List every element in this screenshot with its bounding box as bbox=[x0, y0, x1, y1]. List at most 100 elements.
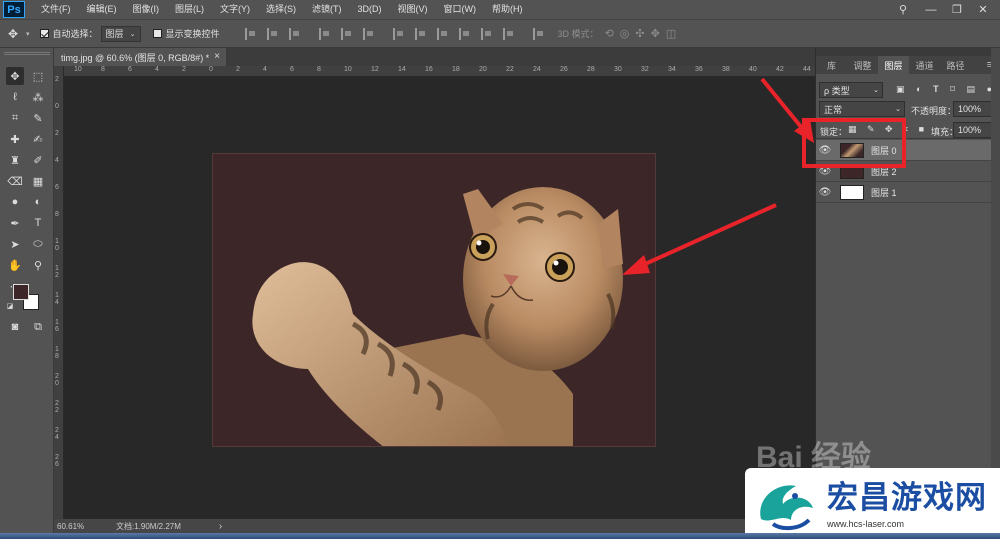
panel-scrollbar[interactable] bbox=[991, 48, 1000, 533]
document-tab[interactable]: timg.jpg @ 60.6% (图层 0, RGB/8#) * × bbox=[54, 48, 226, 66]
fill-field[interactable]: 100% bbox=[953, 122, 993, 138]
zoom-tool-icon[interactable]: ⚲ bbox=[29, 256, 47, 274]
move-tool-icon[interactable]: ✥ bbox=[6, 67, 24, 85]
auto-select-dropdown[interactable]: 图层 ⌄ bbox=[100, 25, 141, 42]
chevron-down-icon[interactable]: ▾ bbox=[26, 30, 30, 38]
menu-help[interactable]: 帮助(H) bbox=[484, 0, 531, 19]
close-window-button[interactable]: ✕ bbox=[970, 0, 996, 19]
brush-tool-icon[interactable]: ✍ bbox=[29, 130, 47, 148]
eye-icon[interactable]: 👁 bbox=[816, 187, 834, 198]
distribute-top-icon[interactable] bbox=[392, 27, 405, 40]
filter-smart-object-icon[interactable]: ▤ bbox=[966, 84, 975, 96]
document-tab-title: timg.jpg @ 60.6% (图层 0, RGB/8#) * bbox=[61, 52, 210, 63]
horizontal-ruler[interactable]: 10 8 6 4 2 0 2 4 6 8 10 12 14 16 18 20 22 24 26 28 30 32 34 36 3… bbox=[64, 66, 815, 77]
chevron-down-icon: ⌄ bbox=[129, 30, 136, 38]
3d-rotate-icon[interactable]: ⟲ bbox=[605, 27, 614, 40]
foreground-color-swatch[interactable] bbox=[13, 284, 29, 300]
menu-file[interactable]: 文件(F) bbox=[33, 0, 79, 19]
filter-shape-icon[interactable]: ⌑ bbox=[950, 84, 955, 96]
align-horizontal-centers-icon[interactable] bbox=[266, 27, 279, 40]
pen-tool-icon[interactable]: ✒ bbox=[6, 214, 24, 232]
shape-tool-icon[interactable]: ⬭ bbox=[29, 235, 47, 253]
tab-paths[interactable]: 路径 bbox=[940, 56, 971, 74]
menu-3d[interactable]: 3D(D) bbox=[350, 0, 390, 19]
dodge-tool-icon[interactable]: ◐ bbox=[29, 193, 47, 211]
align-top-edges-icon[interactable] bbox=[318, 27, 331, 40]
lock-all-icon[interactable]: ■ bbox=[919, 124, 924, 135]
ruler-tick-label: 2 bbox=[55, 76, 59, 83]
tab-adjustments[interactable]: 调整 bbox=[847, 56, 878, 74]
search-icon[interactable]: ⚲ bbox=[890, 0, 916, 19]
menu-view[interactable]: 视图(V) bbox=[390, 0, 436, 19]
align-right-edges-icon[interactable] bbox=[288, 27, 301, 40]
toolbar-grip[interactable] bbox=[4, 52, 50, 55]
history-brush-tool-icon[interactable]: ✐ bbox=[29, 151, 47, 169]
default-colors-icon[interactable]: ◪ bbox=[5, 301, 15, 311]
show-transform-checkbox[interactable] bbox=[152, 29, 162, 38]
healing-brush-tool-icon[interactable]: ✚ bbox=[6, 130, 24, 148]
menu-filter[interactable]: 滤镜(T) bbox=[304, 0, 350, 19]
distribute-bottom-icon[interactable] bbox=[436, 27, 449, 40]
align-vertical-centers-icon[interactable] bbox=[340, 27, 353, 40]
distribute-middle-icon[interactable] bbox=[414, 27, 427, 40]
clone-stamp-tool-icon[interactable]: ♜ bbox=[6, 151, 24, 169]
opacity-field[interactable]: 100% bbox=[953, 101, 993, 117]
annotation-arrow-canvas bbox=[622, 203, 777, 275]
blend-mode-dropdown[interactable]: 正常 ⌄ bbox=[819, 101, 905, 117]
minimize-button[interactable]: — bbox=[918, 0, 944, 19]
screen-mode-icon[interactable]: ⧉ bbox=[29, 318, 47, 336]
menu-image[interactable]: 图像(I) bbox=[125, 0, 168, 19]
layer-row[interactable]: 👁 图层 1 bbox=[816, 182, 991, 203]
eyedropper-tool-icon[interactable]: ✎ bbox=[29, 109, 47, 127]
3d-roll-icon[interactable]: ◎ bbox=[620, 27, 630, 40]
align-left-edges-icon[interactable] bbox=[244, 27, 257, 40]
hand-tool-icon[interactable]: ✋ bbox=[6, 256, 24, 274]
layer-filter-dropdown[interactable]: ρ 类型 ⌄ bbox=[819, 82, 883, 98]
distribute-right-icon[interactable] bbox=[502, 27, 515, 40]
layer-name: 图层 1 bbox=[871, 187, 897, 198]
crop-tool-icon[interactable]: ⌗ bbox=[6, 109, 24, 127]
menu-select[interactable]: 选择(S) bbox=[258, 0, 304, 19]
vertical-ruler[interactable]: 2 0 2 4 6 8 1 0 1 2 1 4 1 6 1 8 2 0 2 2 2 4 2 6 bbox=[54, 66, 64, 519]
path-selection-tool-icon[interactable]: ➤ bbox=[6, 235, 24, 253]
3d-drag-icon[interactable]: ✣ bbox=[635, 27, 644, 40]
lasso-tool-icon[interactable]: ℓ bbox=[6, 88, 24, 106]
ruler-tick-label: 38 bbox=[722, 66, 730, 73]
menu-edit[interactable]: 编辑(E) bbox=[79, 0, 125, 19]
move-tool-icon[interactable]: ✥ bbox=[8, 27, 26, 41]
document-workspace[interactable] bbox=[64, 77, 815, 519]
ruler-tick-label: 2 2 bbox=[55, 400, 59, 414]
filter-pixel-icon[interactable]: ▣ bbox=[896, 84, 905, 96]
type-tool-icon[interactable]: T bbox=[29, 214, 47, 232]
menu-window[interactable]: 窗口(W) bbox=[436, 0, 485, 19]
filter-adjustment-icon[interactable]: ◐ bbox=[916, 84, 921, 96]
zoom-level[interactable]: 60.61% bbox=[54, 522, 104, 531]
ruler-tick-label: 2 4 bbox=[55, 427, 59, 441]
tab-channels[interactable]: 通道 bbox=[909, 56, 940, 74]
magic-wand-tool-icon[interactable]: ⁂ bbox=[29, 88, 47, 106]
ruler-tick-label: 18 bbox=[452, 66, 460, 73]
auto-align-icon[interactable] bbox=[532, 27, 545, 40]
document-canvas[interactable] bbox=[212, 153, 656, 447]
align-bottom-edges-icon[interactable] bbox=[362, 27, 375, 40]
eraser-tool-icon[interactable]: ⌫ bbox=[6, 172, 24, 190]
ruler-tick-label: 42 bbox=[776, 66, 784, 73]
blur-tool-icon[interactable]: ● bbox=[6, 193, 24, 211]
ruler-tick-label: 32 bbox=[641, 66, 649, 73]
filter-type-icon[interactable]: T bbox=[933, 84, 939, 96]
distribute-center-icon[interactable] bbox=[480, 27, 493, 40]
menu-layer[interactable]: 图层(L) bbox=[167, 0, 212, 19]
tab-library[interactable]: 库 bbox=[816, 56, 847, 74]
restore-button[interactable]: ❐ bbox=[944, 0, 970, 19]
quick-mask-icon[interactable]: ◙ bbox=[6, 318, 24, 336]
distribute-left-icon[interactable] bbox=[458, 27, 471, 40]
3d-scale-icon[interactable]: ◫ bbox=[666, 27, 676, 40]
3d-slide-icon[interactable]: ✥ bbox=[651, 27, 660, 40]
close-tab-icon[interactable]: × bbox=[214, 51, 220, 62]
auto-select-checkbox[interactable] bbox=[39, 29, 49, 38]
gradient-tool-icon[interactable]: ▦ bbox=[29, 172, 47, 190]
menu-type[interactable]: 文字(Y) bbox=[212, 0, 258, 19]
marquee-tool-icon[interactable]: ⬚ bbox=[29, 67, 47, 85]
tab-layers[interactable]: 图层 bbox=[878, 56, 909, 74]
status-menu-arrow[interactable]: › bbox=[219, 521, 222, 532]
